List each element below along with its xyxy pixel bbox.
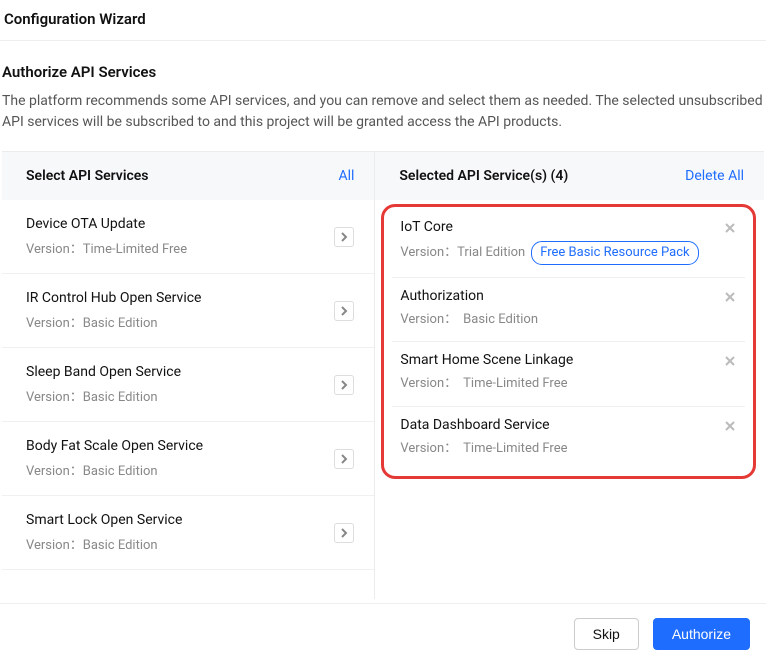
add-button[interactable] — [334, 375, 354, 395]
available-item: IR Control Hub Open Service Version：Basi… — [2, 274, 374, 348]
selected-item: Data Dashboard Service Version：Time-Limi… — [392, 407, 745, 471]
selected-highlight-box: IoT Core Version：Trial Edition Free Basi… — [381, 204, 756, 479]
service-name: Smart Lock Open Service — [26, 512, 182, 528]
chevron-right-icon — [339, 528, 349, 538]
add-button[interactable] — [334, 301, 354, 321]
service-version: Version：Time-Limited Free — [400, 374, 573, 394]
service-name: Data Dashboard Service — [400, 417, 567, 433]
service-name: Body Fat Scale Open Service — [26, 438, 203, 454]
service-name: Authorization — [400, 288, 538, 304]
add-button[interactable] — [334, 523, 354, 543]
service-version: Version：Time-Limited Free — [26, 238, 187, 257]
service-version: Version：Basic Edition — [400, 310, 538, 330]
remove-button[interactable] — [721, 352, 739, 370]
service-version: Version：Basic Edition — [26, 312, 202, 331]
remove-button[interactable] — [721, 288, 739, 306]
authorize-button[interactable]: Authorize — [653, 618, 750, 650]
service-name: Smart Home Scene Linkage — [400, 352, 573, 368]
available-panel: Select API Services All Device OTA Updat… — [2, 152, 375, 599]
chevron-right-icon — [339, 232, 349, 242]
available-item: Smart Lock Open Service Version：Basic Ed… — [2, 496, 374, 570]
select-all-button[interactable]: All — [338, 168, 354, 184]
page-title: Configuration Wizard — [4, 10, 766, 28]
close-icon — [724, 291, 736, 303]
available-title: Select API Services — [26, 168, 149, 184]
close-icon — [724, 355, 736, 367]
skip-button[interactable]: Skip — [574, 618, 639, 650]
service-name: IR Control Hub Open Service — [26, 290, 202, 306]
service-version: Version：Time-Limited Free — [400, 439, 567, 459]
remove-button[interactable] — [721, 219, 739, 237]
selected-item: Authorization Version：Basic Edition — [392, 278, 745, 343]
close-icon — [724, 222, 736, 234]
chevron-right-icon — [339, 380, 349, 390]
close-icon — [724, 420, 736, 432]
section-title: Authorize API Services — [2, 63, 764, 81]
selected-item: IoT Core Version：Trial Edition Free Basi… — [392, 209, 745, 278]
chevron-right-icon — [339, 454, 349, 464]
selected-title: Selected API Service(s) (4) — [399, 168, 568, 184]
selected-item: Smart Home Scene Linkage Version：Time-Li… — [392, 342, 745, 407]
service-version: Version：Basic Edition — [26, 386, 181, 405]
chevron-right-icon — [339, 306, 349, 316]
add-button[interactable] — [334, 227, 354, 247]
selected-panel: Selected API Service(s) (4) Delete All I… — [375, 152, 764, 599]
service-version: Version：Trial Edition Free Basic Resourc… — [400, 241, 698, 265]
remove-button[interactable] — [721, 417, 739, 435]
available-item: Device OTA Update Version：Time-Limited F… — [2, 200, 374, 274]
section-desc: The platform recommends some API service… — [2, 91, 764, 133]
service-version: Version：Basic Edition — [26, 460, 203, 479]
service-version: Version：Basic Edition — [26, 534, 182, 553]
available-item: Sleep Band Open Service Version：Basic Ed… — [2, 348, 374, 422]
service-name: Device OTA Update — [26, 216, 187, 232]
available-item: Body Fat Scale Open Service Version：Basi… — [2, 422, 374, 496]
delete-all-button[interactable]: Delete All — [685, 168, 744, 184]
service-name: IoT Core — [400, 219, 698, 235]
service-name: Sleep Band Open Service — [26, 364, 181, 380]
resource-pack-badge[interactable]: Free Basic Resource Pack — [531, 241, 698, 265]
add-button[interactable] — [334, 449, 354, 469]
